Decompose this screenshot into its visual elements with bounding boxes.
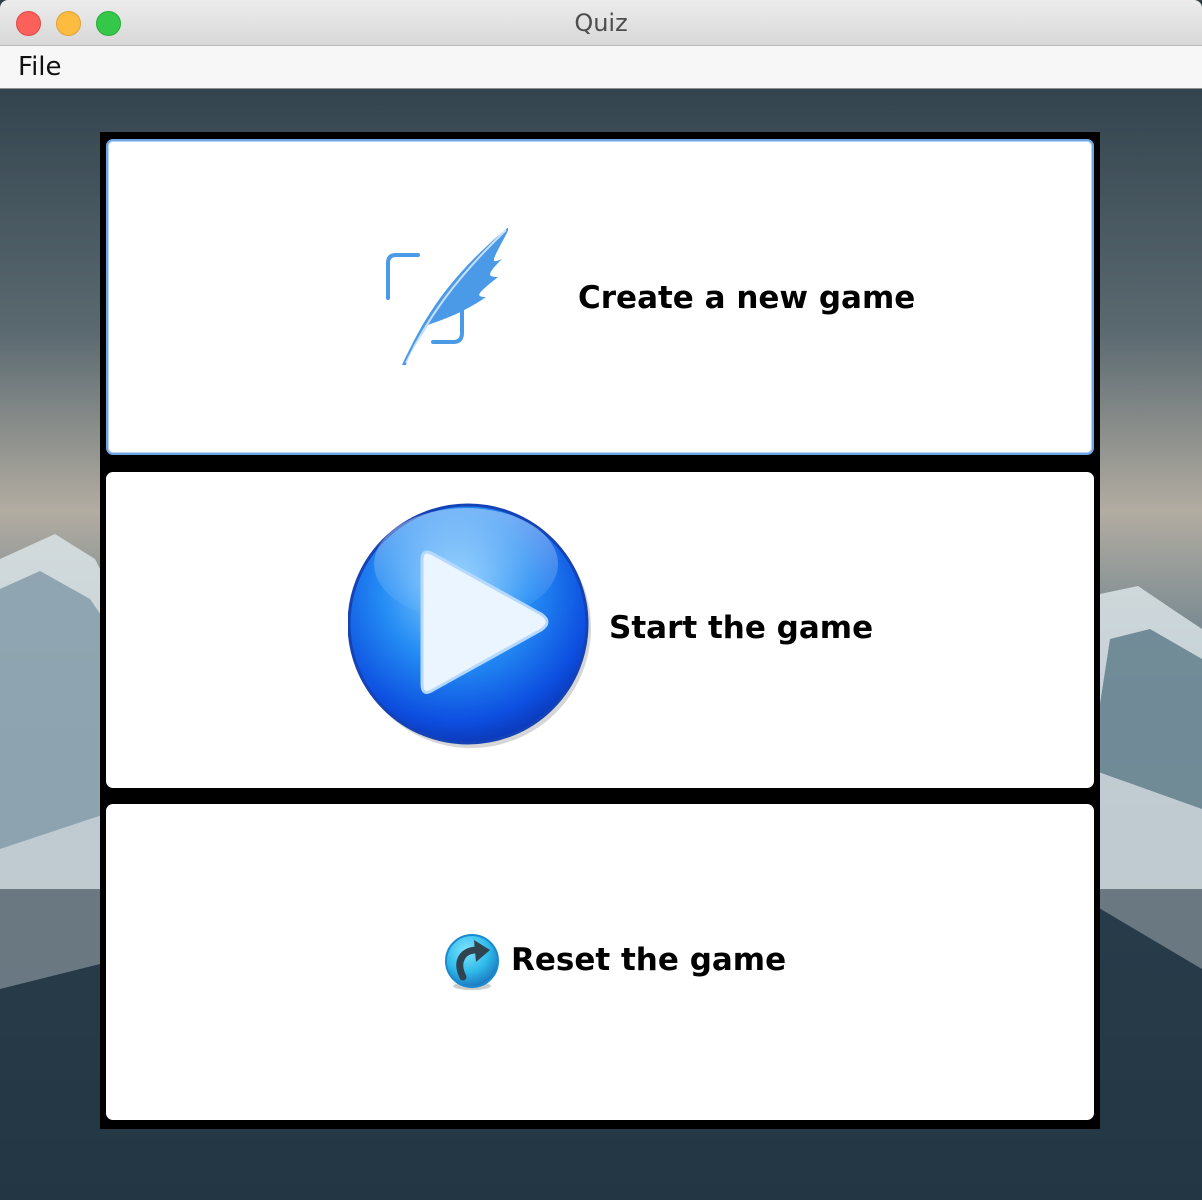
play-icon: [347, 502, 598, 752]
window-title: Quiz: [574, 9, 628, 37]
quiz-window: Quiz File Create a new game Start the ga…: [0, 0, 1202, 1200]
create-game-button[interactable]: Create a new game: [106, 139, 1094, 455]
file-menu[interactable]: File: [18, 52, 62, 82]
main-menu-panel: Create a new game Start the game Reset t…: [100, 132, 1100, 1129]
reset-arrow-icon: [443, 931, 501, 991]
reset-game-label: Reset the game: [511, 942, 787, 978]
quill-edit-icon: [378, 225, 511, 370]
start-game-label: Start the game: [609, 610, 874, 646]
title-bar: Quiz: [0, 0, 1202, 46]
reset-game-button[interactable]: Reset the game: [106, 804, 1094, 1120]
menu-bar: File: [0, 46, 1202, 89]
start-game-button[interactable]: Start the game: [106, 472, 1094, 788]
create-game-label: Create a new game: [578, 280, 916, 316]
